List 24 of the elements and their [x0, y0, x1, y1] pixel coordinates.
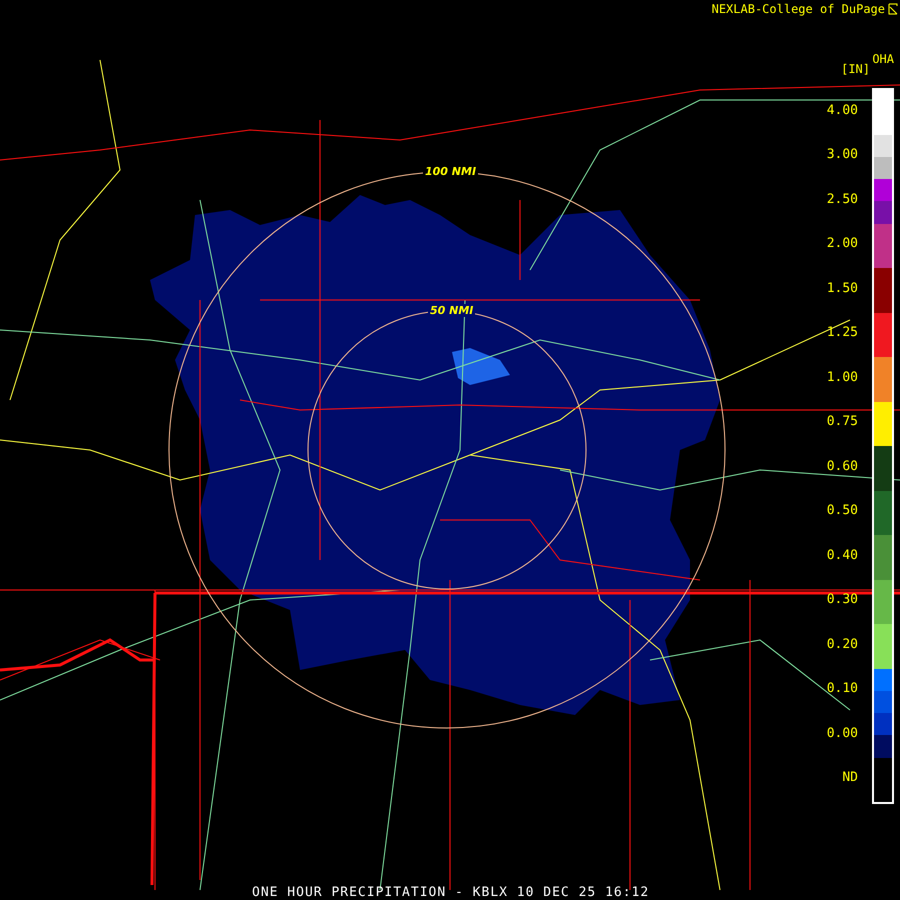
scale-label: 1.25: [826, 324, 858, 342]
heavier-precipitation-patch: [452, 348, 510, 385]
product-code: OHA: [872, 52, 894, 66]
units-label: [IN]: [841, 62, 870, 76]
scale-label: 0.60: [826, 458, 858, 476]
scale-label: ND: [841, 769, 858, 788]
scale-label: 0.00: [826, 724, 858, 743]
product-title: ONE HOUR PRECIPITATION - KBLX 10 DEC 25 16:12: [252, 885, 650, 900]
scale-label: 0.30: [826, 591, 858, 610]
scale-label: 0.40: [826, 546, 858, 565]
scale-label: 1.00: [826, 368, 858, 387]
scale-label: 0.10: [826, 680, 858, 698]
scale-label: 1.50: [826, 280, 858, 298]
range-label: 50 NMI: [428, 304, 476, 317]
scale-label: 0.75: [826, 413, 858, 432]
credit-text: NEXLAB-College of DuPage: [712, 2, 885, 16]
scale-label: 2.00: [826, 235, 858, 254]
scale-label: 2.50: [826, 190, 858, 209]
scale-label: 0.20: [826, 636, 858, 654]
range-label: 100 NMI: [423, 165, 478, 178]
arrow-icon: [888, 3, 898, 15]
scale-label: 4.00: [826, 102, 858, 120]
scale-label: 3.00: [826, 146, 858, 164]
scale-label: 0.50: [826, 502, 858, 520]
